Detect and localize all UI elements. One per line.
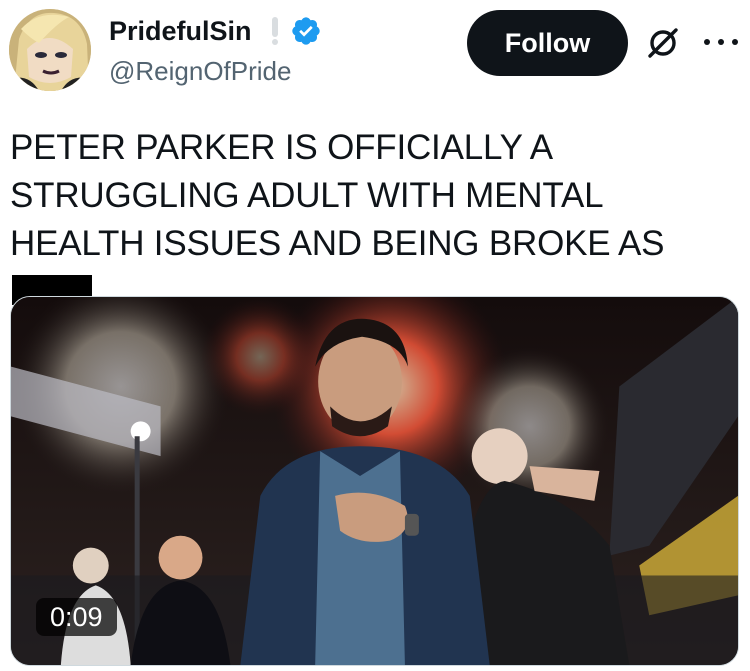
avatar[interactable] [9,9,91,91]
user-handle[interactable]: @ReignOfPride [109,54,291,88]
video-duration-badge: 0:09 [36,598,117,636]
exclamation-icon [266,14,284,48]
follow-button[interactable]: Follow [467,10,628,76]
name-row: PridefulSin [109,14,322,48]
video-player[interactable] [10,296,739,666]
grok-icon[interactable] [645,25,681,61]
video-thumbnail [11,297,738,665]
verified-badge-icon [291,17,320,45]
tweet-body: PETER PARKER IS OFFICIALLY A STRUGGLING … [10,128,665,263]
tweet-text: PETER PARKER IS OFFICIALLY A STRUGGLING … [10,124,745,316]
video-duration: 0:09 [50,602,103,632]
more-icon[interactable] [704,34,738,50]
avatar-image [9,9,91,91]
display-name[interactable]: PridefulSin [109,14,252,48]
